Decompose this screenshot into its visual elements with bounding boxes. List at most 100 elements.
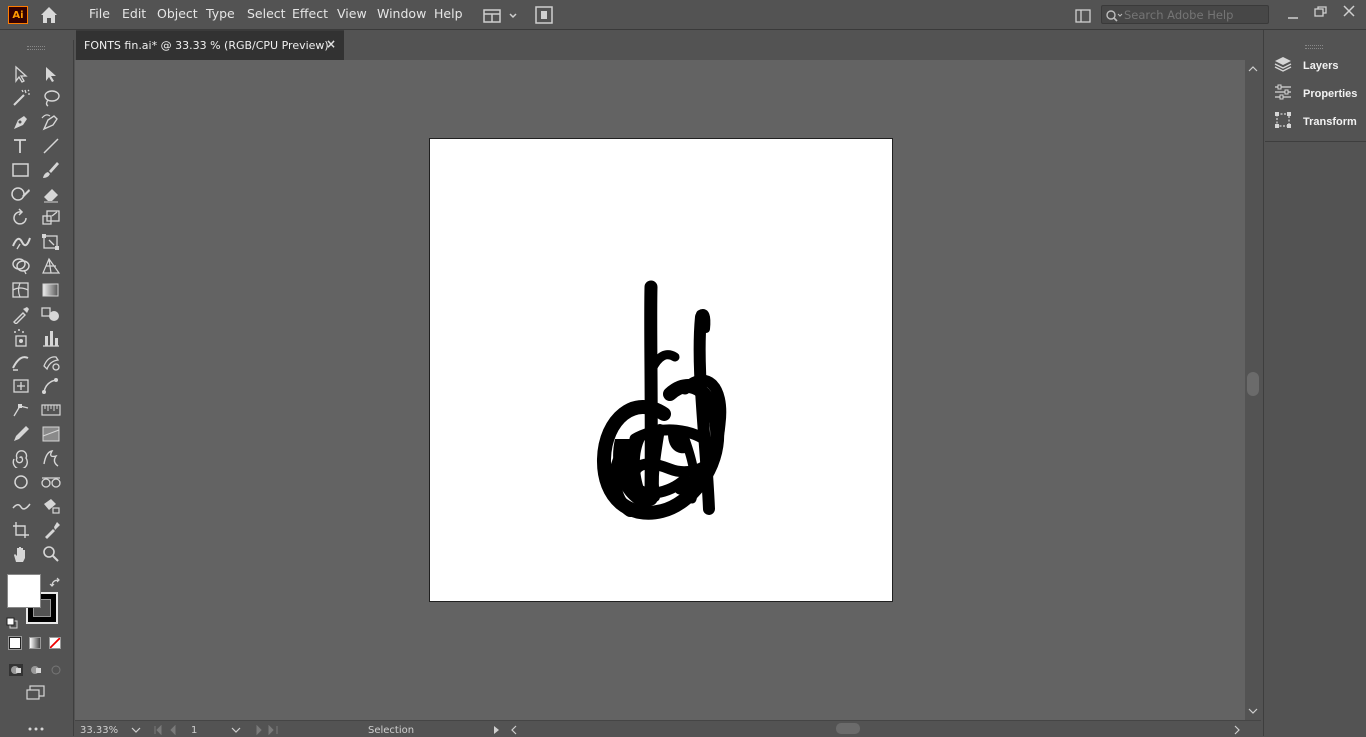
perspective-grid-tool-icon[interactable] — [40, 256, 62, 276]
scroll-up-icon[interactable] — [1245, 64, 1261, 74]
zoom-level[interactable]: 33.33% — [80, 725, 118, 736]
document-tab[interactable]: FONTS fin.ai* @ 33.33 % (RGB/CPU Preview… — [76, 30, 344, 60]
workspace-switcher-icon[interactable] — [1075, 8, 1091, 23]
shape-builder-tool-icon[interactable] — [10, 256, 32, 276]
none-mode-button[interactable] — [49, 637, 61, 649]
scroll-left-icon[interactable] — [510, 725, 518, 735]
blob-brush-icon[interactable] — [40, 472, 62, 492]
selection-tool-icon[interactable] — [10, 64, 32, 84]
first-previous-artboard-icon[interactable] — [153, 725, 187, 735]
vertical-scroll-thumb[interactable] — [1247, 372, 1259, 396]
curvature-tool-icon[interactable] — [40, 112, 62, 132]
artboard-brush-icon[interactable] — [10, 352, 32, 372]
arrange-documents-icon[interactable] — [483, 8, 519, 23]
document-tab-label: FONTS fin.ai* @ 33.33 % (RGB/CPU Preview… — [84, 39, 329, 52]
minimize-icon[interactable] — [1286, 8, 1300, 20]
close-tab-icon[interactable]: × — [326, 37, 336, 51]
edit-toolbar-icon[interactable] — [26, 718, 46, 731]
mesh-tool-icon[interactable] — [10, 280, 32, 300]
menu-help[interactable]: Help — [434, 0, 463, 30]
blend-tool-icon[interactable] — [40, 304, 62, 324]
draw-normal-icon[interactable] — [9, 661, 23, 676]
close-window-icon[interactable] — [1341, 3, 1357, 19]
type-tool-icon[interactable] — [10, 136, 32, 156]
magic-wand-tool-icon[interactable] — [10, 88, 32, 108]
crop-image-icon[interactable] — [10, 520, 32, 540]
eyedropper-alt-icon[interactable] — [40, 520, 62, 540]
artwork-scribble[interactable] — [430, 139, 892, 601]
restore-icon[interactable] — [1313, 4, 1329, 18]
status-menu-icon[interactable] — [493, 725, 501, 735]
gradient-tool-icon[interactable] — [40, 280, 62, 300]
collapsed-panels: Layers Properties Transform — [1265, 44, 1366, 142]
paintbrush-tool-icon[interactable] — [40, 160, 62, 180]
hand-tool-icon[interactable] — [10, 544, 32, 564]
status-bar: 33.33% 1 Selection — [75, 720, 1261, 736]
artboard-tool-icon[interactable] — [10, 376, 32, 396]
draw-inside-icon[interactable] — [49, 661, 63, 675]
color-mode-button[interactable] — [8, 636, 22, 650]
column-graph-tool-icon[interactable] — [40, 328, 62, 348]
rotate-tool-icon[interactable] — [10, 208, 32, 228]
menu-select[interactable]: Select — [247, 0, 286, 30]
menu-bar: Ai File Edit Object Type Select Effect V… — [0, 0, 1366, 30]
next-last-artboard-icon[interactable] — [253, 725, 287, 735]
menu-effect[interactable]: Effect — [292, 0, 328, 30]
artboard-number[interactable]: 1 — [191, 725, 197, 736]
panel-layers[interactable]: Layers — [1273, 54, 1363, 78]
direct-selection-tool-icon[interactable] — [40, 64, 62, 84]
panel-grip[interactable] — [1305, 45, 1323, 49]
transform-icon — [1273, 111, 1293, 133]
zoom-tool-icon[interactable] — [40, 544, 62, 564]
zoom-dropdown-icon[interactable] — [131, 726, 141, 734]
eyedropper-tool-icon[interactable] — [10, 304, 32, 325]
live-paint-bucket-icon[interactable] — [40, 496, 62, 516]
slice-tool-icon[interactable] — [40, 352, 62, 372]
lasso-tool-icon[interactable] — [40, 88, 62, 108]
free-transform-tool-icon[interactable] — [40, 232, 62, 252]
search-input[interactable] — [1124, 7, 1266, 22]
twirl-tool-icon[interactable] — [10, 448, 32, 470]
ruler-tool-icon[interactable] — [40, 400, 62, 420]
menu-view[interactable]: View — [337, 0, 367, 30]
scroll-down-icon[interactable] — [1245, 706, 1261, 716]
menu-file[interactable]: File — [89, 0, 110, 30]
panel-transform[interactable]: Transform — [1273, 110, 1363, 134]
home-icon[interactable] — [38, 4, 60, 26]
gpu-performance-icon[interactable] — [535, 6, 553, 24]
panel-properties-label: Properties — [1303, 88, 1358, 100]
artboard[interactable] — [429, 138, 893, 602]
graphic-style-icon[interactable] — [40, 424, 62, 444]
help-search[interactable] — [1101, 5, 1269, 24]
draw-behind-icon[interactable] — [29, 661, 43, 674]
shaper-tool-icon[interactable] — [10, 184, 32, 204]
symbol-sprayer-tool-icon[interactable] — [10, 328, 32, 348]
horizontal-scroll-thumb[interactable] — [836, 723, 860, 734]
toolbar-grip[interactable] — [27, 46, 45, 50]
gradient-mode-button[interactable] — [29, 637, 41, 649]
ellipse-tool-icon[interactable] — [10, 472, 32, 492]
eraser-tool-icon[interactable] — [40, 184, 62, 204]
scale-tool-icon[interactable] — [40, 208, 62, 228]
width-tool-icon[interactable] — [10, 232, 32, 252]
screen-mode-icon[interactable] — [25, 685, 47, 701]
fill-swatch[interactable] — [7, 574, 41, 608]
panel-properties[interactable]: Properties — [1273, 82, 1363, 106]
menu-type[interactable]: Type — [206, 0, 235, 30]
default-fill-stroke-icon[interactable] — [6, 614, 18, 629]
smooth-tool-icon[interactable] — [10, 496, 32, 516]
line-segment-tool-icon[interactable] — [40, 136, 62, 156]
scroll-right-icon[interactable] — [1233, 725, 1241, 735]
artboard-dropdown-icon[interactable] — [231, 726, 241, 734]
menu-window[interactable]: Window — [377, 0, 426, 30]
anchor-point-tool-icon[interactable] — [10, 400, 32, 420]
pencil-tool-icon[interactable] — [10, 424, 32, 444]
puppet-warp-tool-icon[interactable] — [40, 376, 62, 396]
menu-object[interactable]: Object — [157, 0, 198, 30]
symbol-shifter-tool-icon[interactable] — [40, 448, 62, 468]
panel-transform-label: Transform — [1303, 116, 1357, 128]
menu-edit[interactable]: Edit — [122, 0, 146, 30]
pen-tool-icon[interactable] — [10, 112, 32, 132]
rectangle-tool-icon[interactable] — [10, 160, 32, 180]
swap-fill-stroke-icon[interactable] — [49, 574, 63, 587]
